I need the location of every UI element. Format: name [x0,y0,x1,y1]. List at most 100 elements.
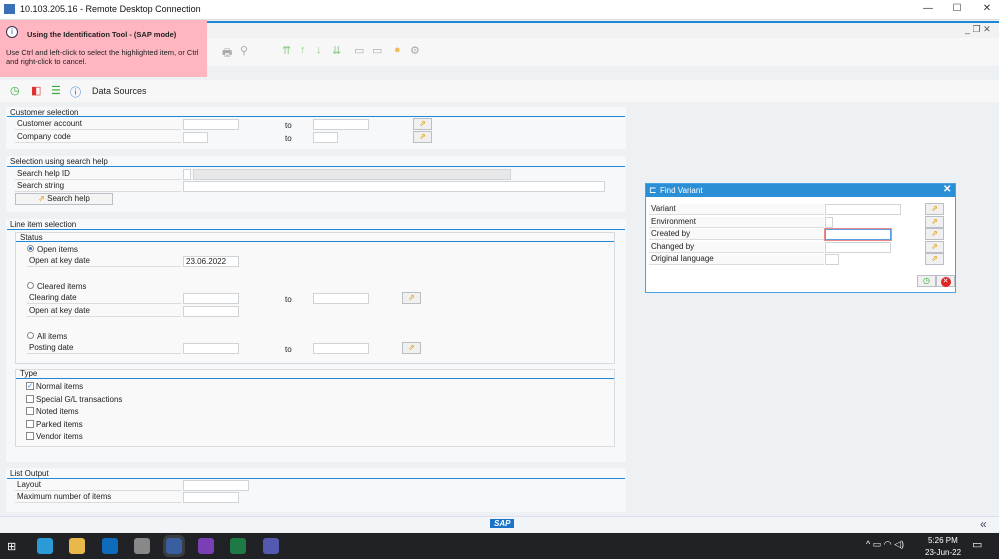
type-checkbox[interactable] [26,407,34,415]
all-items-radio[interactable] [27,332,34,339]
to-label: to [285,134,292,143]
search-help-button[interactable]: ⇗ Search help [15,193,113,205]
new-session-icon[interactable]: ▭ [354,44,364,57]
info-icon: i [6,26,18,38]
print-icon[interactable]: 🖶 [222,44,232,63]
dialog-field-input[interactable] [825,216,833,228]
data-sources-button[interactable]: Data Sources [92,86,147,96]
dialog-field-input[interactable] [824,228,892,241]
app-icon[interactable] [134,538,150,554]
open-key-date-label: Open at key date [27,256,181,267]
multiple-selection-button[interactable]: ⇗ [402,342,421,354]
open-key-date-input[interactable]: 23.06.2022 [183,256,239,267]
multiple-selection-button[interactable]: ⇗ [925,240,944,253]
execute-button[interactable]: ◷ [917,275,936,287]
dialog-field-input[interactable] [825,241,891,253]
type-checkbox[interactable] [26,432,34,440]
multiple-selection-button[interactable]: ⇗ [925,215,944,228]
last-page-icon[interactable]: ⇊ [332,44,341,57]
expand-status-icon[interactable]: « [980,517,987,531]
multiple-selection-button[interactable]: ⇗ [413,118,432,130]
outlook-icon[interactable] [102,538,118,554]
cancel-icon: ✕ [940,277,951,287]
status-bar: SAP « [0,516,999,532]
customer-account-from[interactable] [183,119,239,130]
max-items-input[interactable] [183,492,239,503]
dialog-close-button[interactable]: ✕ [943,184,951,195]
window-title: 10.103.205.16 - Remote Desktop Connectio… [20,4,201,14]
next-page-icon[interactable]: ↓ [316,44,322,56]
multiple-selection-button[interactable]: ⇗ [925,253,944,265]
minimize-button[interactable]: — [918,3,938,14]
open-key-date-input-2[interactable] [183,306,239,317]
type-checkbox[interactable] [26,419,34,428]
type-checkbox[interactable]: ✓ [26,382,34,390]
posting-date-to[interactable] [313,343,369,354]
tooltip-body: Use Ctrl and left-click to select the hi… [6,48,199,66]
to-label: to [285,295,292,304]
cleared-items-label: Cleared items [37,282,87,291]
dialog-field-label: Variant [649,204,824,215]
search-string-input[interactable] [183,181,605,192]
cleared-items-radio[interactable] [27,282,34,289]
shortcut-icon[interactable]: ▭ [372,44,382,57]
onenote-icon[interactable] [198,538,214,554]
dialog-field-input[interactable] [825,254,839,265]
remote-desktop-icon[interactable] [163,535,185,557]
execute-icon[interactable]: ◷ [10,84,20,97]
posting-date-label: Posting date [27,343,181,354]
type-group [15,369,615,447]
dialog-title: Find Variant [660,186,703,195]
type-label: Normal items [36,382,84,391]
search-help-id-input[interactable] [183,169,191,180]
open-items-radio[interactable] [27,245,34,252]
type-label: Noted items [36,407,79,416]
teams-icon[interactable] [263,538,279,554]
clock-date[interactable]: 23-Jun-22 [925,548,961,557]
company-code-to[interactable] [313,132,338,143]
rdp-icon [4,4,15,14]
excel-icon[interactable] [230,538,246,554]
tray-icons[interactable]: ^ ▭ ◠ ◁) [866,539,904,550]
layout-label: Layout [15,480,181,491]
maximize-button[interactable]: ☐ [947,3,967,14]
dynamic-selections-icon[interactable]: ☰ [51,84,61,97]
company-code-from[interactable] [183,132,208,143]
type-label: Parked items [36,419,83,429]
section-title: Selection using search help [10,157,108,166]
file-explorer-icon[interactable] [69,538,85,554]
layout-input[interactable] [183,480,249,491]
sap-window-controls[interactable]: _ ❐ ✕ [965,24,991,35]
find-variant-dialog: Find Variant ⊏ ✕ Variant ⇗ Environment ⇗ Cre… [645,183,956,293]
dialog-field-input[interactable] [825,204,901,215]
settings-icon[interactable]: ⚙ [410,44,420,57]
find-icon[interactable]: ⚲ [240,44,248,57]
to-label: to [285,121,292,130]
multiple-selection-button[interactable]: ⇗ [402,292,421,304]
prev-page-icon[interactable]: ↑ [300,44,306,56]
customer-account-to[interactable] [313,119,369,130]
clock-time[interactable]: 5:26 PM [928,536,958,545]
application-toolbar: ◷ ◧ ☰ ⓘ Data Sources [0,80,999,102]
notifications-icon[interactable]: ▭ [972,538,982,551]
clearing-date-to[interactable] [313,293,369,304]
type-checkbox[interactable] [26,394,34,403]
info-icon[interactable]: ⓘ [70,84,81,100]
max-items-label: Maximum number of items [15,492,181,503]
dialog-field-label: Changed by [649,241,824,253]
get-variant-icon[interactable]: ◧ [31,84,41,97]
posting-date-from[interactable] [183,343,239,354]
help-icon[interactable]: ● [394,44,401,56]
dialog-field-label: Environment [649,216,824,228]
first-page-icon[interactable]: ⇈ [282,44,291,57]
multiple-selection-button[interactable]: ⇗ [413,131,432,143]
dialog-field-label: Original language [649,254,824,265]
edge-icon[interactable] [37,538,53,554]
windows-start-icon[interactable]: ⊞ [7,540,16,553]
clearing-date-from[interactable] [183,293,239,304]
multiple-selection-button[interactable]: ⇗ [925,203,944,215]
multiple-selection-button[interactable]: ⇗ [925,228,944,240]
cancel-button[interactable]: ✕ [936,275,955,287]
dialog-field-label: Created by [649,229,824,240]
close-button[interactable]: ✕ [977,3,997,14]
